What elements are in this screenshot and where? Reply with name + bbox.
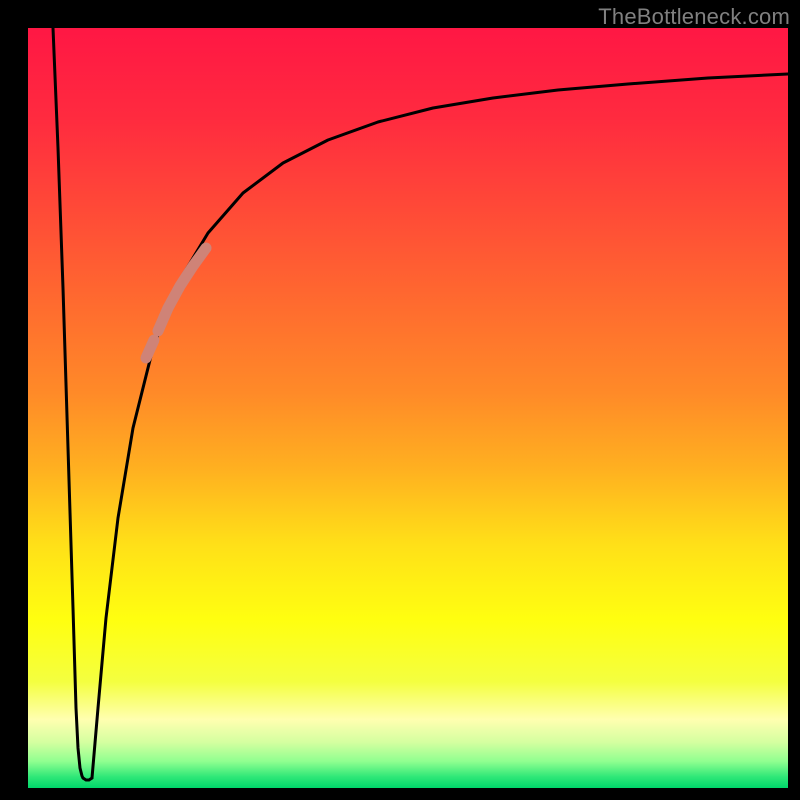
watermark-text: TheBottleneck.com: [598, 4, 790, 30]
series-ascending-curve: [92, 74, 788, 778]
chart-stage: TheBottleneck.com: [0, 0, 800, 800]
series-highlight-lower: [146, 340, 154, 358]
series-highlight-upper: [158, 248, 206, 331]
series-descending-stroke: [53, 28, 83, 778]
plot-area: [28, 28, 788, 788]
curve-layer: [28, 28, 788, 788]
